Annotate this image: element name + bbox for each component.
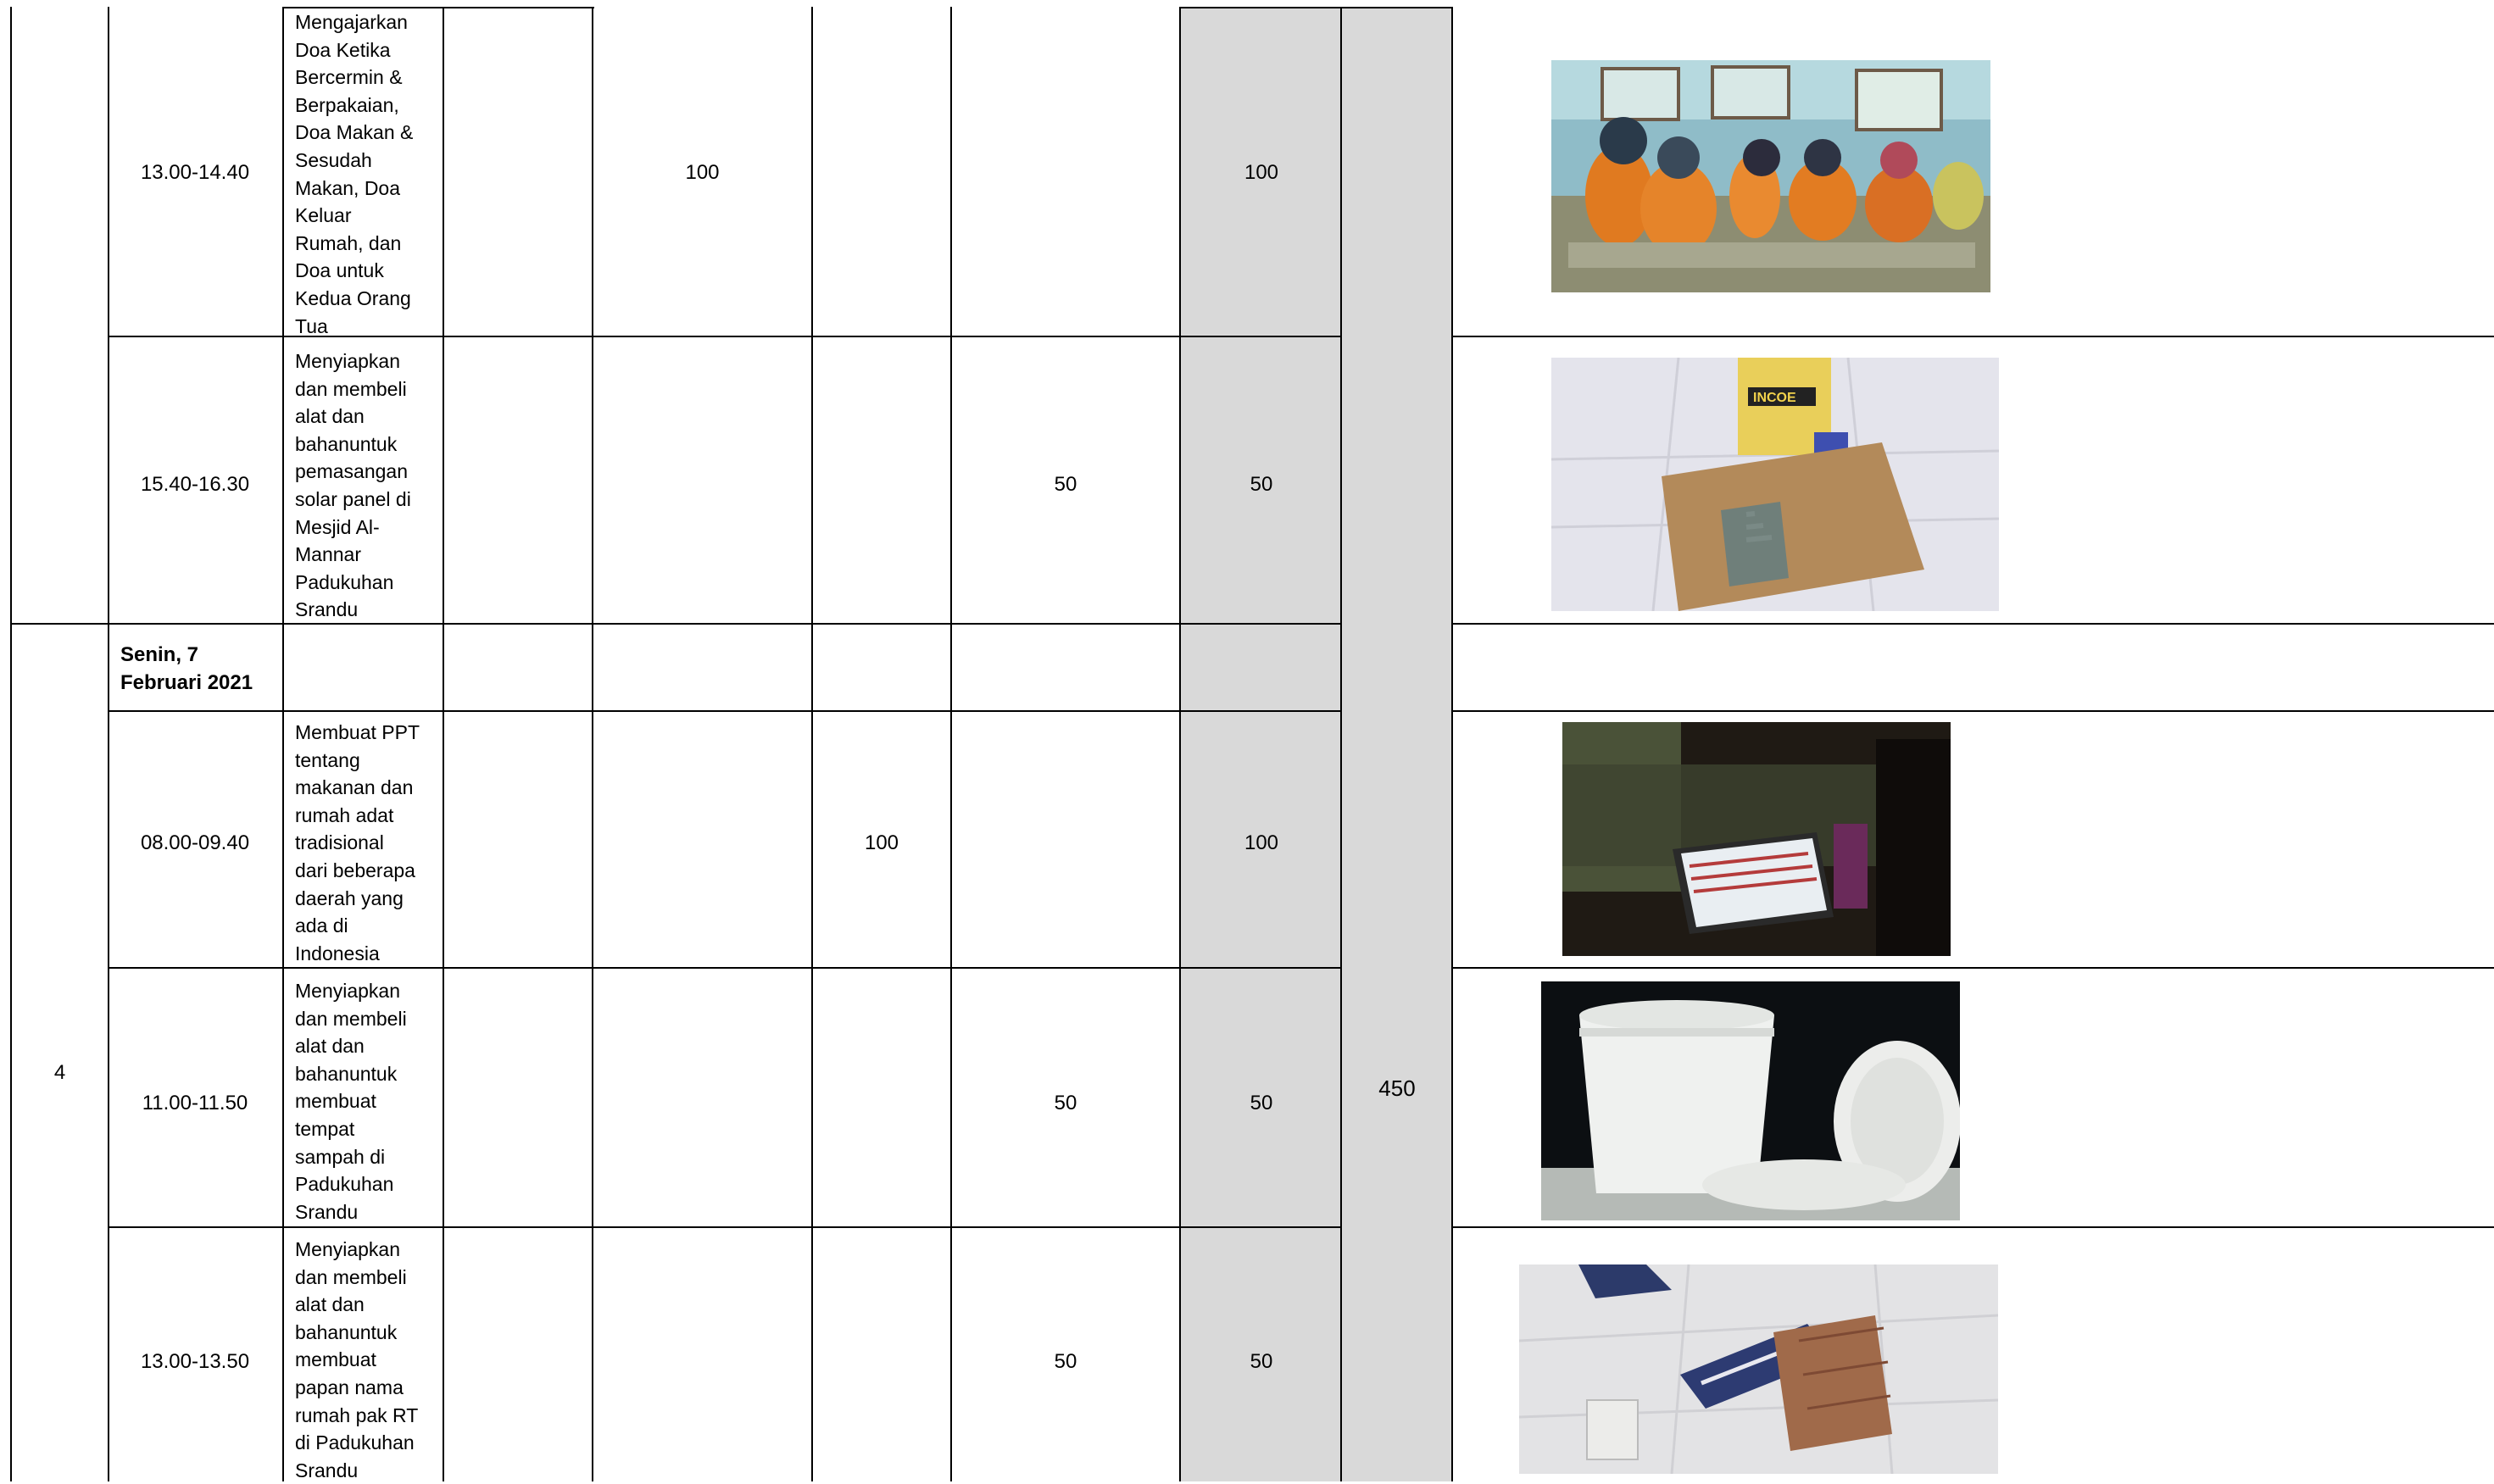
photo-laptop-ppt	[1562, 722, 1951, 956]
grid-line	[10, 7, 12, 624]
grid-line	[1451, 336, 2494, 337]
subtotal-cell: 100	[1244, 831, 1279, 854]
activity-cell: Membuat PPT tentang makanan dan rumah ad…	[295, 721, 420, 964]
value-cell: 50	[1054, 473, 1077, 496]
grid-line	[108, 336, 1342, 337]
time-cell: 13.00-13.50	[140, 1350, 250, 1373]
subtotal-cell: 50	[1250, 1350, 1273, 1373]
activity-cell: Menyiapkan dan membeli alat dan bahanunt…	[295, 1238, 419, 1481]
photo-buckets	[1541, 981, 1960, 1220]
grid-line	[443, 7, 444, 1481]
subtotal-column-bg	[1180, 7, 1341, 1481]
grid-line	[1340, 7, 1342, 1481]
grid-line	[592, 7, 593, 1481]
photo-name-board	[1519, 1264, 1998, 1474]
grid-line	[1451, 7, 1453, 1481]
grid-line	[1179, 7, 1181, 1481]
grid-line	[950, 7, 952, 1481]
grid-line	[1451, 623, 2494, 625]
grid-line	[10, 624, 12, 1481]
grid-line	[108, 1226, 1342, 1228]
grid-line	[1451, 967, 2494, 969]
subtotal-cell: 50	[1250, 473, 1273, 496]
value-cell: 50	[1054, 1092, 1077, 1114]
day-number-cell: 4	[53, 1061, 66, 1084]
total-cell: 450	[1378, 1075, 1416, 1101]
time-cell: 11.00-11.50	[142, 1092, 248, 1114]
grid-line	[282, 7, 284, 1481]
total-column-bg	[1341, 7, 1452, 1481]
activity-cell: Menyiapkan dan membeli alat dan bahanunt…	[295, 980, 407, 1223]
value-cell: 50	[1054, 1350, 1077, 1373]
day-date-cell: Senin, 7 Februari 2021	[120, 643, 253, 694]
subtotal-cell: 100	[1244, 161, 1279, 184]
grid-line	[1179, 7, 1453, 8]
activity-cell: Menyiapkan dan membeli alat dan bahanunt…	[295, 350, 411, 621]
photo-students-praying	[1551, 60, 1990, 292]
svg-text:INCOE: INCOE	[1753, 391, 1796, 405]
subtotal-cell: 50	[1250, 1092, 1273, 1114]
grid-line	[108, 710, 1342, 712]
value-cell: 100	[864, 831, 899, 854]
activity-cell: Mengajarkan Doa Ketika Bercermin & Berpa…	[295, 11, 414, 337]
grid-line	[108, 7, 109, 1481]
grid-line	[811, 7, 813, 1481]
grid-line	[1451, 710, 2494, 712]
value-cell: 100	[685, 161, 720, 184]
grid-line	[10, 623, 1342, 625]
grid-line	[1451, 1226, 2494, 1228]
photo-solar-panel-box: INCOE	[1551, 358, 1999, 611]
activity-log-table: 13.00-14.40 Mengajarkan Doa Ketika Berce…	[0, 0, 2494, 1481]
time-cell: 13.00-14.40	[140, 161, 250, 184]
time-cell: 08.00-09.40	[140, 831, 250, 854]
grid-line	[108, 967, 1342, 969]
time-cell: 15.40-16.30	[140, 473, 250, 496]
